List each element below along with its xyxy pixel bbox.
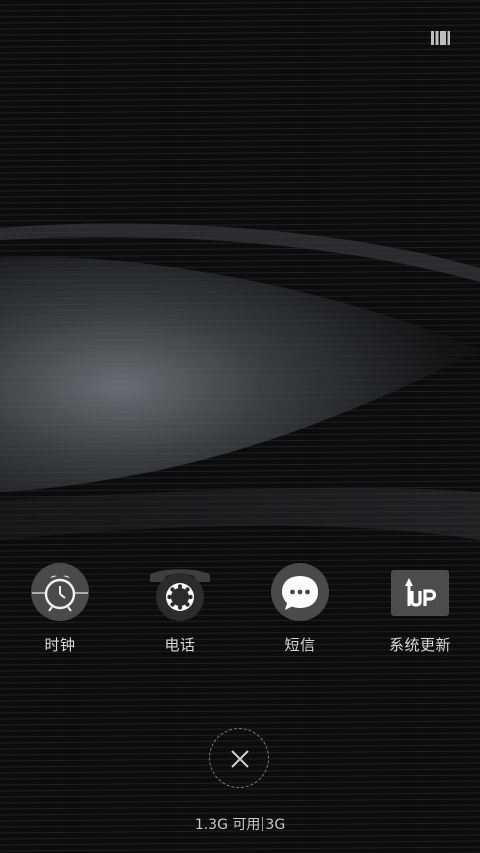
message-bubble-icon <box>271 563 329 621</box>
recent-apps-row: 时钟 电话 短信 系统更新 <box>0 562 480 662</box>
app-label: 系统更新 <box>388 636 451 654</box>
recent-app-system-update[interactable]: 系统更新 <box>360 562 480 662</box>
memory-status: 1.3G 可用 3G <box>0 816 480 834</box>
recent-app-messages[interactable]: 短信 <box>240 562 360 662</box>
recent-tasks-grid-icon[interactable] <box>431 31 450 45</box>
memory-total: 3G <box>265 817 286 833</box>
system-update-icon <box>391 570 449 616</box>
memory-available: 1.3G 可用 <box>194 817 261 833</box>
alarm-clock-icon <box>31 563 89 621</box>
recent-app-phone[interactable]: 电话 <box>120 562 240 662</box>
rotary-phone-icon <box>150 569 210 621</box>
app-label: 时钟 <box>44 636 76 654</box>
recent-app-clock[interactable]: 时钟 <box>0 562 120 662</box>
app-label: 电话 <box>164 636 196 654</box>
wallpaper <box>0 0 480 853</box>
memory-separator <box>262 817 264 831</box>
close-icon <box>231 750 249 768</box>
clear-all-button[interactable] <box>209 728 269 788</box>
app-label: 短信 <box>284 636 316 654</box>
